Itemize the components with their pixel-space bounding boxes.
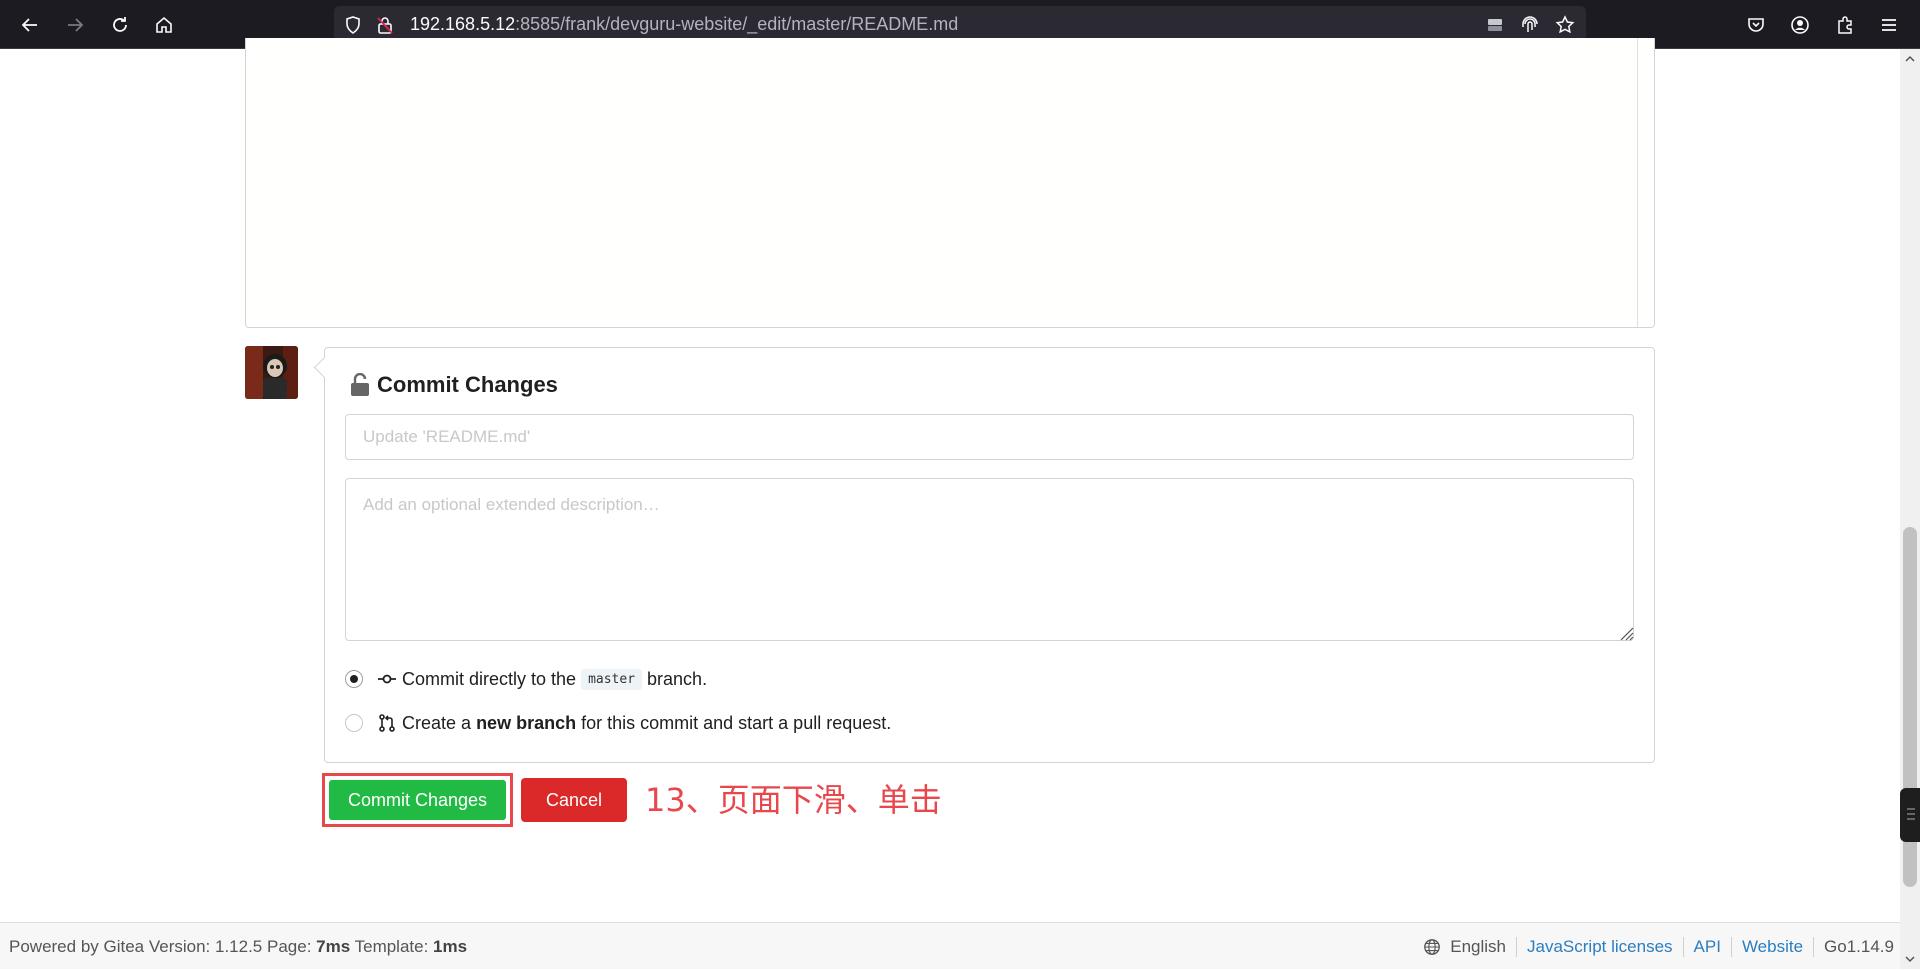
- commit-button-highlight: Commit Changes: [322, 773, 513, 827]
- menu-button[interactable]: [1873, 9, 1905, 41]
- commit-new-branch-radio[interactable]: [345, 714, 363, 732]
- unlock-icon: [351, 373, 369, 396]
- account-icon: [1791, 16, 1809, 34]
- commit-title: Commit Changes: [349, 368, 558, 402]
- commit-direct-radio[interactable]: [345, 670, 363, 688]
- back-button[interactable]: [14, 9, 46, 41]
- footer-powered-by: Powered by Gitea Version: 1.12.5 Page:: [9, 937, 312, 956]
- cancel-button[interactable]: Cancel: [521, 778, 627, 822]
- footer-page-time: 7ms: [316, 937, 351, 956]
- url-path: :8585/frank/devguru-website/_edit/master…: [515, 14, 959, 34]
- commit-direct-suffix: branch.: [647, 668, 708, 689]
- resize-grip-icon[interactable]: [1618, 625, 1634, 641]
- footer-template-label: Template:: [354, 937, 429, 956]
- commit-title-text: Commit Changes: [377, 372, 558, 397]
- commit-form: Commit Changes Commit directly to the ma…: [324, 347, 1655, 763]
- file-editor[interactable]: [245, 38, 1655, 328]
- url-host: 192.168.5.12: [410, 14, 516, 34]
- tutorial-annotation: 13、页面下滑、单击: [645, 781, 942, 819]
- account-button[interactable]: [1784, 9, 1816, 41]
- home-button[interactable]: [148, 9, 180, 41]
- commit-new-branch-option[interactable]: Create a new branch for this commit and …: [345, 709, 891, 737]
- hamburger-menu-icon: [1882, 19, 1896, 31]
- commit-changes-button[interactable]: Commit Changes: [329, 780, 506, 820]
- page-footer: Powered by Gitea Version: 1.12.5 Page: 7…: [0, 922, 1900, 969]
- footer-divider: [1516, 936, 1518, 957]
- commit-new-branch-bold: new branch: [476, 712, 577, 733]
- footer-template-time: 1ms: [433, 937, 468, 956]
- bookmark-star-icon[interactable]: [1554, 14, 1576, 36]
- commit-direct-text: Commit directly to the: [402, 668, 577, 689]
- javascript-licenses-link[interactable]: JavaScript licenses: [1527, 937, 1673, 957]
- website-link[interactable]: Website: [1742, 937, 1803, 957]
- shield-icon[interactable]: [342, 14, 364, 36]
- language-label: English: [1450, 936, 1507, 956]
- footer-divider: [1730, 936, 1732, 957]
- commit-direct-option[interactable]: Commit directly to the master branch.: [345, 665, 707, 693]
- forward-button[interactable]: [59, 9, 91, 41]
- insecure-lock-icon[interactable]: [374, 14, 396, 36]
- user-avatar: [245, 346, 298, 399]
- extensions-button[interactable]: [1829, 9, 1861, 41]
- globe-icon: [1424, 938, 1441, 955]
- footer-links: English JavaScript licenses API Website …: [1423, 923, 1894, 970]
- side-panel-handle[interactable]: [1900, 788, 1920, 842]
- scroll-up-icon[interactable]: [1900, 51, 1920, 67]
- puzzle-icon: [1838, 16, 1852, 34]
- git-commit-icon: [377, 669, 397, 689]
- commit-summary-input[interactable]: [345, 414, 1634, 460]
- scroll-down-icon[interactable]: [1900, 951, 1920, 967]
- commit-new-branch-suffix: for this commit and start a pull request…: [581, 712, 892, 733]
- go-version: Go1.14.9: [1824, 936, 1894, 956]
- branch-name-tag: master: [581, 668, 643, 690]
- footer-divider: [1813, 936, 1815, 957]
- commit-new-branch-prefix: Create a: [402, 712, 472, 733]
- git-pull-request-icon: [377, 713, 397, 733]
- fingerprint-icon[interactable]: [1519, 14, 1541, 36]
- reader-drive-icon[interactable]: [1484, 14, 1506, 36]
- pocket-icon: [1748, 18, 1764, 32]
- pocket-button[interactable]: [1740, 9, 1772, 41]
- language-selector[interactable]: English: [1423, 937, 1506, 957]
- reload-icon: [113, 17, 127, 32]
- footer-version-info: Powered by Gitea Version: 1.12.5 Page: 7…: [9, 923, 467, 970]
- forward-arrow-icon: [68, 18, 84, 32]
- back-arrow-icon: [21, 18, 37, 32]
- footer-divider: [1682, 936, 1684, 957]
- commit-description-input[interactable]: [345, 478, 1634, 641]
- api-link[interactable]: API: [1694, 937, 1721, 957]
- home-icon: [156, 16, 172, 33]
- editor-scrollbar[interactable]: [1637, 38, 1638, 327]
- reload-button[interactable]: [104, 9, 136, 41]
